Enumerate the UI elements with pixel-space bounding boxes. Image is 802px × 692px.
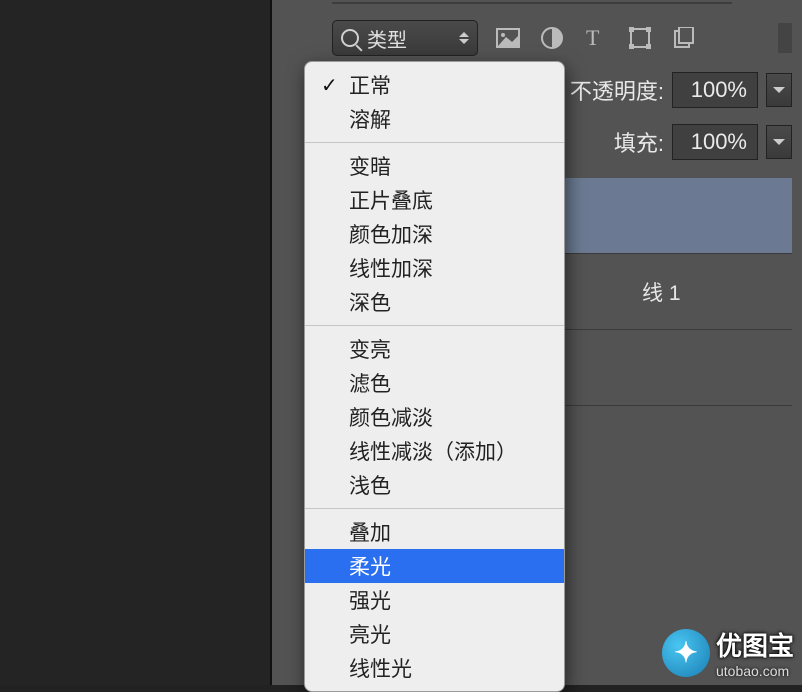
blend-mode-item[interactable]: 线性减淡（添加） [305, 434, 564, 468]
stepper-icon [459, 32, 469, 44]
filter-adjustment-icon[interactable] [538, 24, 566, 52]
watermark: ✦ 优图宝 utobao.com [662, 626, 794, 679]
menu-separator [305, 325, 564, 326]
blend-mode-item[interactable]: 亮光 [305, 617, 564, 651]
blend-mode-item[interactable]: 正常 [305, 68, 564, 102]
blend-mode-item[interactable]: 变暗 [305, 149, 564, 183]
filter-smartobject-icon[interactable] [670, 24, 698, 52]
filter-toggle[interactable] [778, 23, 792, 53]
watermark-url: utobao.com [716, 663, 794, 679]
layer-name: 线 1 [642, 277, 681, 307]
opacity-value[interactable]: 100% [672, 72, 758, 108]
blend-mode-item[interactable]: 线性加深 [305, 251, 564, 285]
opacity-dropdown[interactable] [766, 73, 792, 107]
blend-mode-item[interactable]: 溶解 [305, 102, 564, 136]
opacity-label: 不透明度: [570, 74, 664, 106]
layer-filter-row: 类型 T [332, 18, 792, 58]
menu-separator [305, 508, 564, 509]
blend-mode-item[interactable]: 颜色加深 [305, 217, 564, 251]
blend-mode-item[interactable]: 强光 [305, 583, 564, 617]
watermark-brand: 优图宝 [716, 626, 794, 663]
twitter-bird-icon: ✦ [662, 629, 710, 677]
fill-row: 填充: 100% [614, 124, 792, 160]
menu-separator [305, 142, 564, 143]
filter-type-label: 类型 [367, 24, 407, 53]
tab-underline [332, 2, 732, 4]
blend-mode-item[interactable]: 变亮 [305, 332, 564, 366]
svg-text:T: T [586, 27, 600, 49]
blend-mode-item[interactable]: 滤色 [305, 366, 564, 400]
blend-mode-item[interactable]: 正片叠底 [305, 183, 564, 217]
canvas-area [0, 0, 270, 685]
blend-mode-menu[interactable]: 正常溶解变暗正片叠底颜色加深线性加深深色变亮滤色颜色减淡线性减淡（添加）浅色叠加… [304, 61, 565, 692]
blend-mode-item[interactable]: 深色 [305, 285, 564, 319]
blend-mode-item[interactable]: 线性光 [305, 651, 564, 685]
blend-mode-item[interactable]: 颜色减淡 [305, 400, 564, 434]
fill-label: 填充: [614, 126, 664, 158]
blend-mode-item[interactable]: 浅色 [305, 468, 564, 502]
filter-type-icon[interactable]: T [582, 24, 610, 52]
opacity-row: 不透明度: 100% [570, 72, 792, 108]
fill-value[interactable]: 100% [672, 124, 758, 160]
filter-image-icon[interactable] [494, 24, 522, 52]
blend-mode-item[interactable]: 叠加 [305, 515, 564, 549]
search-icon [341, 29, 359, 47]
filter-shape-icon[interactable] [626, 24, 654, 52]
filter-type-select[interactable]: 类型 [332, 20, 478, 56]
fill-dropdown[interactable] [766, 125, 792, 159]
blend-mode-item[interactable]: 柔光 [305, 549, 564, 583]
